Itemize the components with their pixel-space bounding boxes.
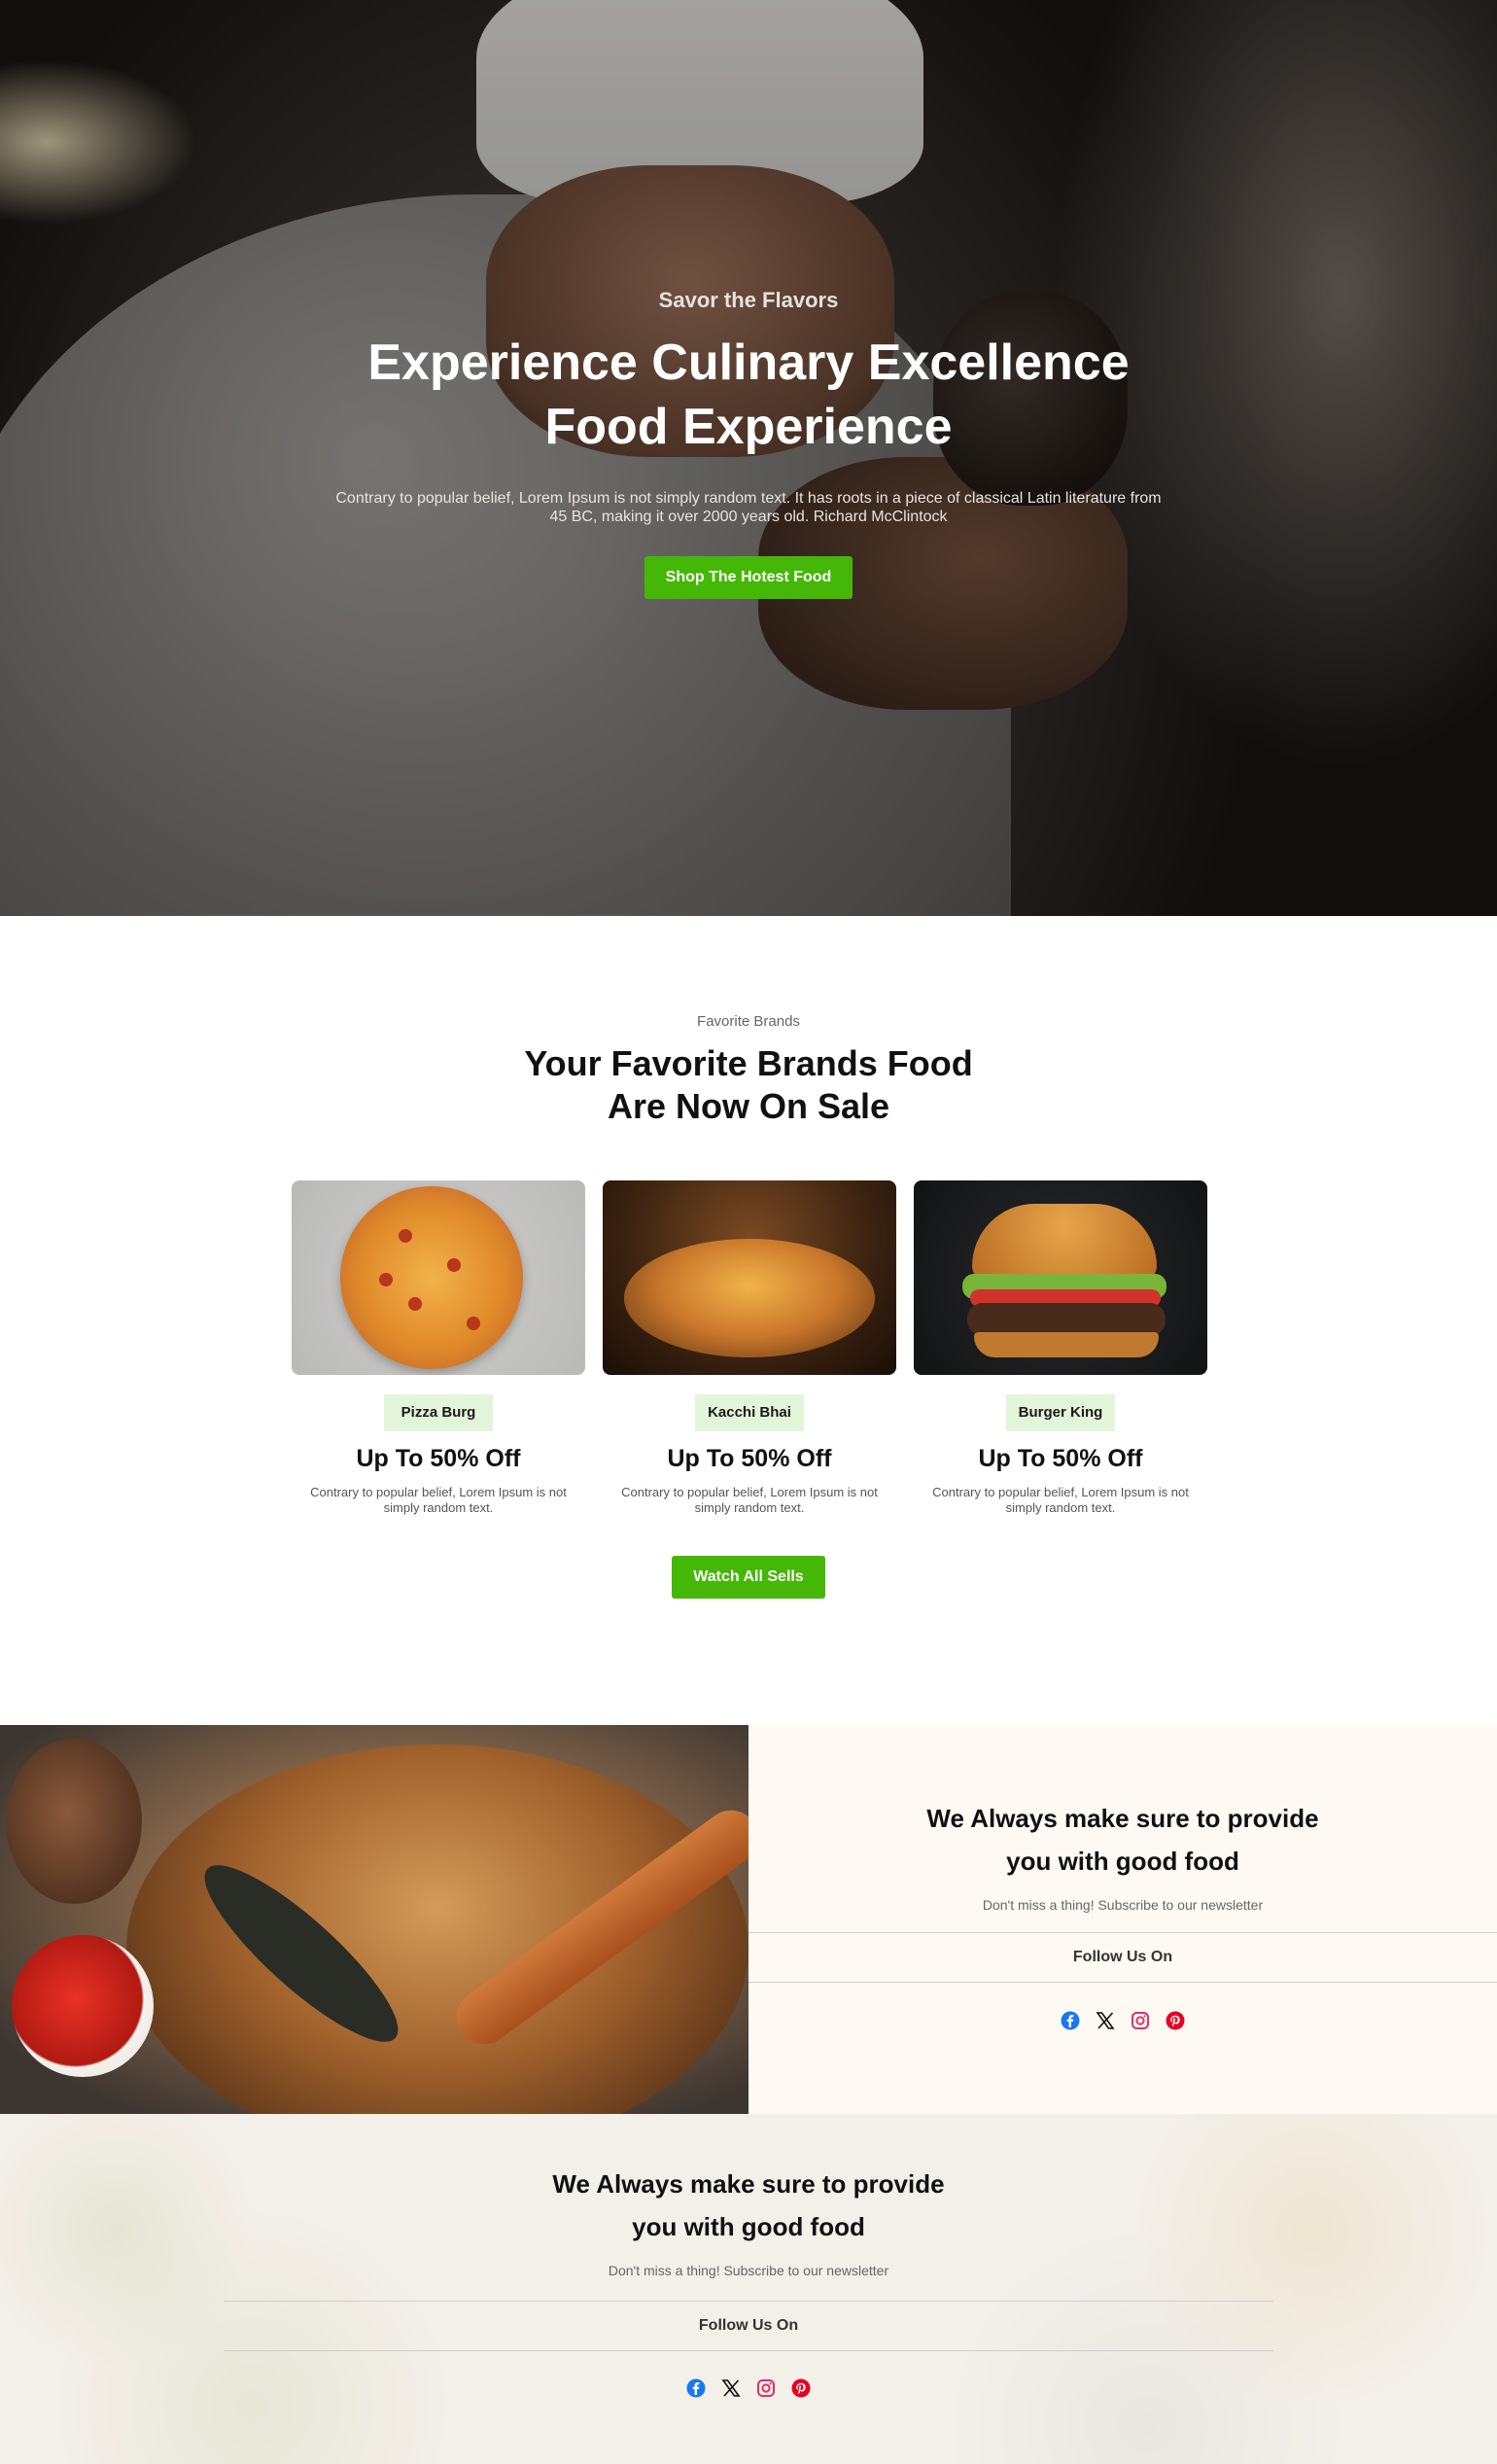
kacchi-image [603, 1180, 896, 1375]
hero-title-line1: Experience Culinary Excellence [367, 334, 1130, 391]
topping [447, 1258, 461, 1272]
topping [399, 1229, 412, 1243]
footer-social-links [0, 2378, 1497, 2398]
sauce-bowl-shape [12, 1935, 154, 2077]
follow-us-label: Follow Us On [748, 1932, 1497, 1983]
footer-newsletter-title: We Always make sure to provide you with … [0, 2163, 1497, 2248]
pinterest-icon[interactable] [1166, 2011, 1185, 2030]
footer-newsletter-title-line2: you with good food [632, 2212, 865, 2241]
brands-eyebrow: Favorite Brands [697, 1013, 800, 1030]
burger-bun-bottom [974, 1332, 1159, 1357]
hero-eyebrow: Savor the Flavors [658, 288, 839, 312]
hero-section: Savor the Flavors Experience Culinary Ex… [0, 0, 1497, 916]
grilled-food-image [0, 1725, 748, 2114]
burger-patty [967, 1303, 1166, 1336]
social-links [748, 2011, 1497, 2030]
brand-tag[interactable]: Pizza Burg [384, 1394, 493, 1431]
topping [408, 1297, 422, 1311]
x-icon[interactable] [721, 2378, 741, 2398]
brand-description: Contrary to popular belief, Lorem Ipsum … [932, 1485, 1189, 1515]
footer-newsletter-section: We Always make sure to provide you with … [0, 2114, 1497, 2464]
bread-shape [6, 1739, 142, 1904]
brand-card-kacchi-bhai[interactable]: Kacchi Bhai Up To 50% Off Contrary to po… [603, 1180, 896, 1516]
footer-newsletter-subtitle: Don't miss a thing! Subscribe to our new… [608, 2263, 889, 2278]
brand-offer: Up To 50% Off [356, 1445, 521, 1472]
brand-description: Contrary to popular belief, Lorem Ipsum … [621, 1485, 878, 1515]
footer-follow-us-label: Follow Us On [224, 2301, 1273, 2351]
brands-title-line1: Your Favorite Brands Food [524, 1043, 973, 1083]
burger-image [914, 1180, 1207, 1375]
brand-card-burger-king[interactable]: Burger King Up To 50% Off Contrary to po… [914, 1180, 1207, 1516]
x-icon[interactable] [1096, 2011, 1115, 2030]
newsletter-panel: We Always make sure to provide you with … [748, 1725, 1497, 2114]
grill-platter [126, 1744, 748, 2114]
brands-title-line2: Are Now On Sale [607, 1086, 890, 1126]
pizza-shape [340, 1186, 523, 1369]
newsletter-title: We Always make sure to provide you with … [748, 1797, 1497, 1883]
facebook-icon[interactable] [686, 2378, 706, 2398]
pizza-image [292, 1180, 585, 1375]
brand-offer: Up To 50% Off [978, 1445, 1143, 1472]
hero-description: Contrary to popular belief, Lorem Ipsum … [335, 490, 1162, 525]
facebook-icon[interactable] [1061, 2011, 1080, 2030]
shop-hotest-food-button[interactable]: Shop The Hotest Food [644, 556, 853, 599]
footer-newsletter-title-line1: We Always make sure to provide [552, 2169, 945, 2199]
instagram-icon[interactable] [1131, 2011, 1150, 2030]
brand-tag[interactable]: Burger King [1006, 1394, 1115, 1431]
newsletter-title-line1: We Always make sure to provide [926, 1804, 1319, 1833]
brand-tag[interactable]: Kacchi Bhai [695, 1394, 804, 1431]
topping [467, 1317, 480, 1330]
instagram-icon[interactable] [756, 2378, 776, 2398]
newsletter-subtitle: Don't miss a thing! Subscribe to our new… [982, 1897, 1264, 1913]
brands-title: Your Favorite Brands Food Are Now On Sal… [0, 1042, 1497, 1128]
hero-title-line2: Food Experience [544, 399, 953, 455]
hero-title: Experience Culinary Excellence Food Expe… [0, 331, 1497, 459]
brand-offer: Up To 50% Off [667, 1445, 832, 1472]
newsletter-title-line2: you with good food [1006, 1847, 1239, 1876]
pinterest-icon[interactable] [791, 2378, 811, 2398]
topping [379, 1273, 393, 1286]
brand-description: Contrary to popular belief, Lorem Ipsum … [310, 1485, 567, 1515]
kacchi-plate-shape [624, 1239, 875, 1357]
burger-bun-top [972, 1204, 1157, 1280]
brand-card-pizza-burg[interactable]: Pizza Burg Up To 50% Off Contrary to pop… [292, 1180, 585, 1516]
watch-all-sells-button[interactable]: Watch All Sells [672, 1556, 825, 1599]
